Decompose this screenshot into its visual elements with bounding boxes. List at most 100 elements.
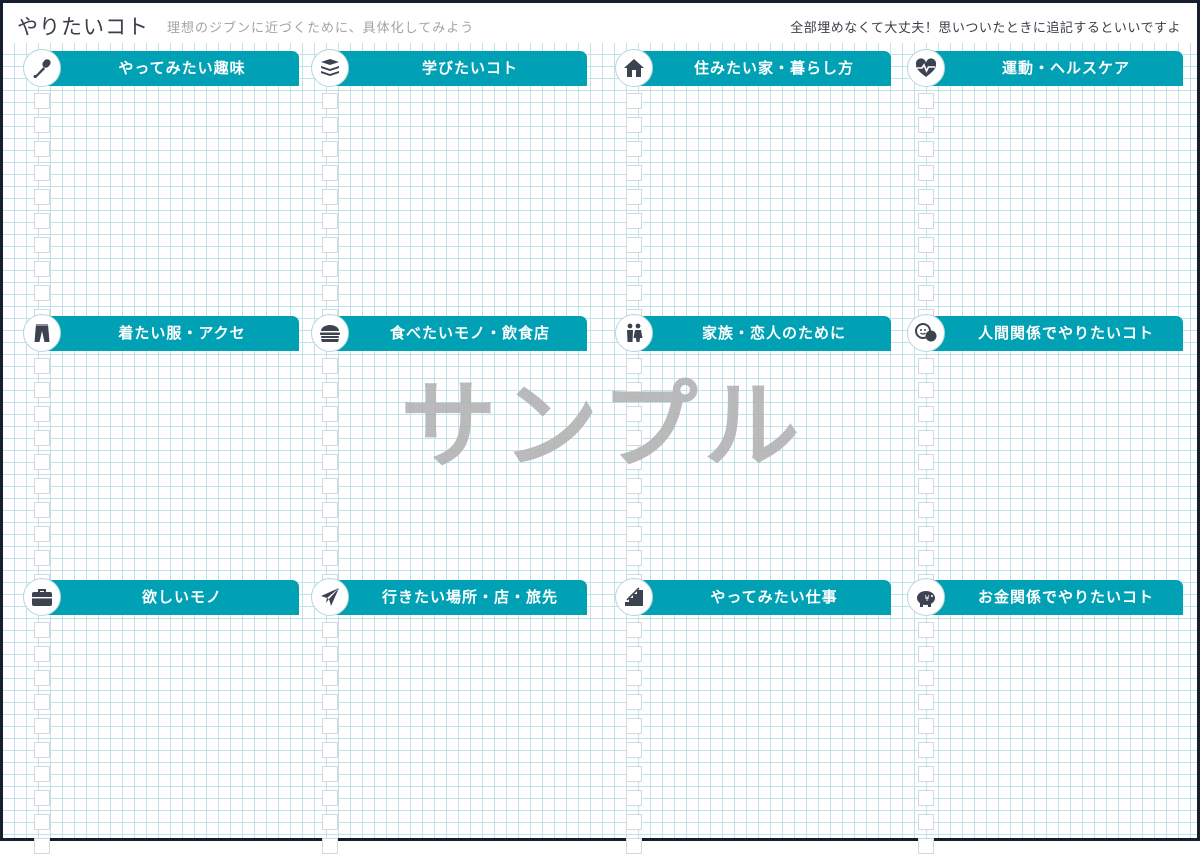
checkbox[interactable] xyxy=(626,285,642,301)
checkbox[interactable] xyxy=(322,285,338,301)
checkbox[interactable] xyxy=(918,237,934,253)
checkbox[interactable] xyxy=(322,117,338,133)
checkbox[interactable] xyxy=(34,838,50,854)
checkbox[interactable] xyxy=(34,237,50,253)
checkbox[interactable] xyxy=(626,406,642,422)
checkbox[interactable] xyxy=(918,766,934,782)
checkbox[interactable] xyxy=(34,261,50,277)
checkbox[interactable] xyxy=(626,117,642,133)
checkbox[interactable] xyxy=(322,646,338,662)
checkbox[interactable] xyxy=(626,814,642,830)
checkbox[interactable] xyxy=(322,189,338,205)
checkbox[interactable] xyxy=(918,670,934,686)
checkbox[interactable] xyxy=(626,718,642,734)
checkbox[interactable] xyxy=(626,141,642,157)
checkbox[interactable] xyxy=(918,382,934,398)
checkbox[interactable] xyxy=(918,141,934,157)
checkbox[interactable] xyxy=(34,93,50,109)
checkbox[interactable] xyxy=(626,742,642,758)
checkbox[interactable] xyxy=(918,550,934,566)
checkbox[interactable] xyxy=(34,790,50,806)
checkbox[interactable] xyxy=(918,406,934,422)
checkbox[interactable] xyxy=(918,213,934,229)
checkbox[interactable] xyxy=(918,478,934,494)
checkbox[interactable] xyxy=(918,526,934,542)
checkbox[interactable] xyxy=(918,814,934,830)
checkbox[interactable] xyxy=(918,742,934,758)
checkbox[interactable] xyxy=(626,189,642,205)
checkbox[interactable] xyxy=(626,165,642,181)
checkbox[interactable] xyxy=(626,454,642,470)
checkbox[interactable] xyxy=(34,814,50,830)
checkbox[interactable] xyxy=(918,718,934,734)
checkbox[interactable] xyxy=(34,478,50,494)
checkbox[interactable] xyxy=(34,406,50,422)
checkbox[interactable] xyxy=(322,814,338,830)
checkbox[interactable] xyxy=(918,622,934,638)
checkbox[interactable] xyxy=(322,261,338,277)
checkbox[interactable] xyxy=(322,718,338,734)
checkbox[interactable] xyxy=(626,261,642,277)
checkbox[interactable] xyxy=(918,502,934,518)
checkbox[interactable] xyxy=(322,742,338,758)
checkbox[interactable] xyxy=(918,117,934,133)
checkbox[interactable] xyxy=(322,622,338,638)
checkbox[interactable] xyxy=(322,141,338,157)
checkbox[interactable] xyxy=(918,790,934,806)
checkbox[interactable] xyxy=(626,526,642,542)
checkbox[interactable] xyxy=(322,766,338,782)
checkbox[interactable] xyxy=(626,790,642,806)
checkbox[interactable] xyxy=(34,213,50,229)
checkbox[interactable] xyxy=(322,406,338,422)
checkbox[interactable] xyxy=(34,285,50,301)
checkbox[interactable] xyxy=(322,838,338,854)
checkbox[interactable] xyxy=(322,526,338,542)
checkbox[interactable] xyxy=(34,694,50,710)
checkbox[interactable] xyxy=(322,358,338,374)
checkbox[interactable] xyxy=(918,358,934,374)
checkbox[interactable] xyxy=(918,454,934,470)
checkbox[interactable] xyxy=(918,261,934,277)
checkbox[interactable] xyxy=(918,93,934,109)
checkbox[interactable] xyxy=(626,213,642,229)
checkbox[interactable] xyxy=(34,141,50,157)
checkbox[interactable] xyxy=(626,694,642,710)
checkbox[interactable] xyxy=(34,646,50,662)
checkbox[interactable] xyxy=(34,117,50,133)
checkbox[interactable] xyxy=(918,838,934,854)
checkbox[interactable] xyxy=(322,670,338,686)
checkbox[interactable] xyxy=(322,165,338,181)
checkbox[interactable] xyxy=(918,189,934,205)
checkbox[interactable] xyxy=(34,718,50,734)
checkbox[interactable] xyxy=(626,646,642,662)
checkbox[interactable] xyxy=(322,694,338,710)
checkbox[interactable] xyxy=(322,790,338,806)
checkbox[interactable] xyxy=(34,165,50,181)
checkbox[interactable] xyxy=(322,550,338,566)
checkbox[interactable] xyxy=(626,670,642,686)
checkbox[interactable] xyxy=(322,502,338,518)
checkbox[interactable] xyxy=(322,93,338,109)
checkbox[interactable] xyxy=(34,358,50,374)
checkbox[interactable] xyxy=(626,478,642,494)
checkbox[interactable] xyxy=(918,694,934,710)
checkbox[interactable] xyxy=(626,550,642,566)
checkbox[interactable] xyxy=(34,189,50,205)
checkbox[interactable] xyxy=(626,502,642,518)
checkbox[interactable] xyxy=(34,670,50,686)
checkbox[interactable] xyxy=(626,93,642,109)
checkbox[interactable] xyxy=(626,237,642,253)
checkbox[interactable] xyxy=(626,430,642,446)
checkbox[interactable] xyxy=(626,766,642,782)
checkbox[interactable] xyxy=(322,213,338,229)
checkbox[interactable] xyxy=(626,382,642,398)
checkbox[interactable] xyxy=(34,766,50,782)
checkbox[interactable] xyxy=(626,358,642,374)
checkbox[interactable] xyxy=(34,502,50,518)
checkbox[interactable] xyxy=(322,430,338,446)
checkbox[interactable] xyxy=(918,285,934,301)
checkbox[interactable] xyxy=(918,165,934,181)
checkbox[interactable] xyxy=(626,622,642,638)
checkbox[interactable] xyxy=(34,550,50,566)
checkbox[interactable] xyxy=(34,526,50,542)
